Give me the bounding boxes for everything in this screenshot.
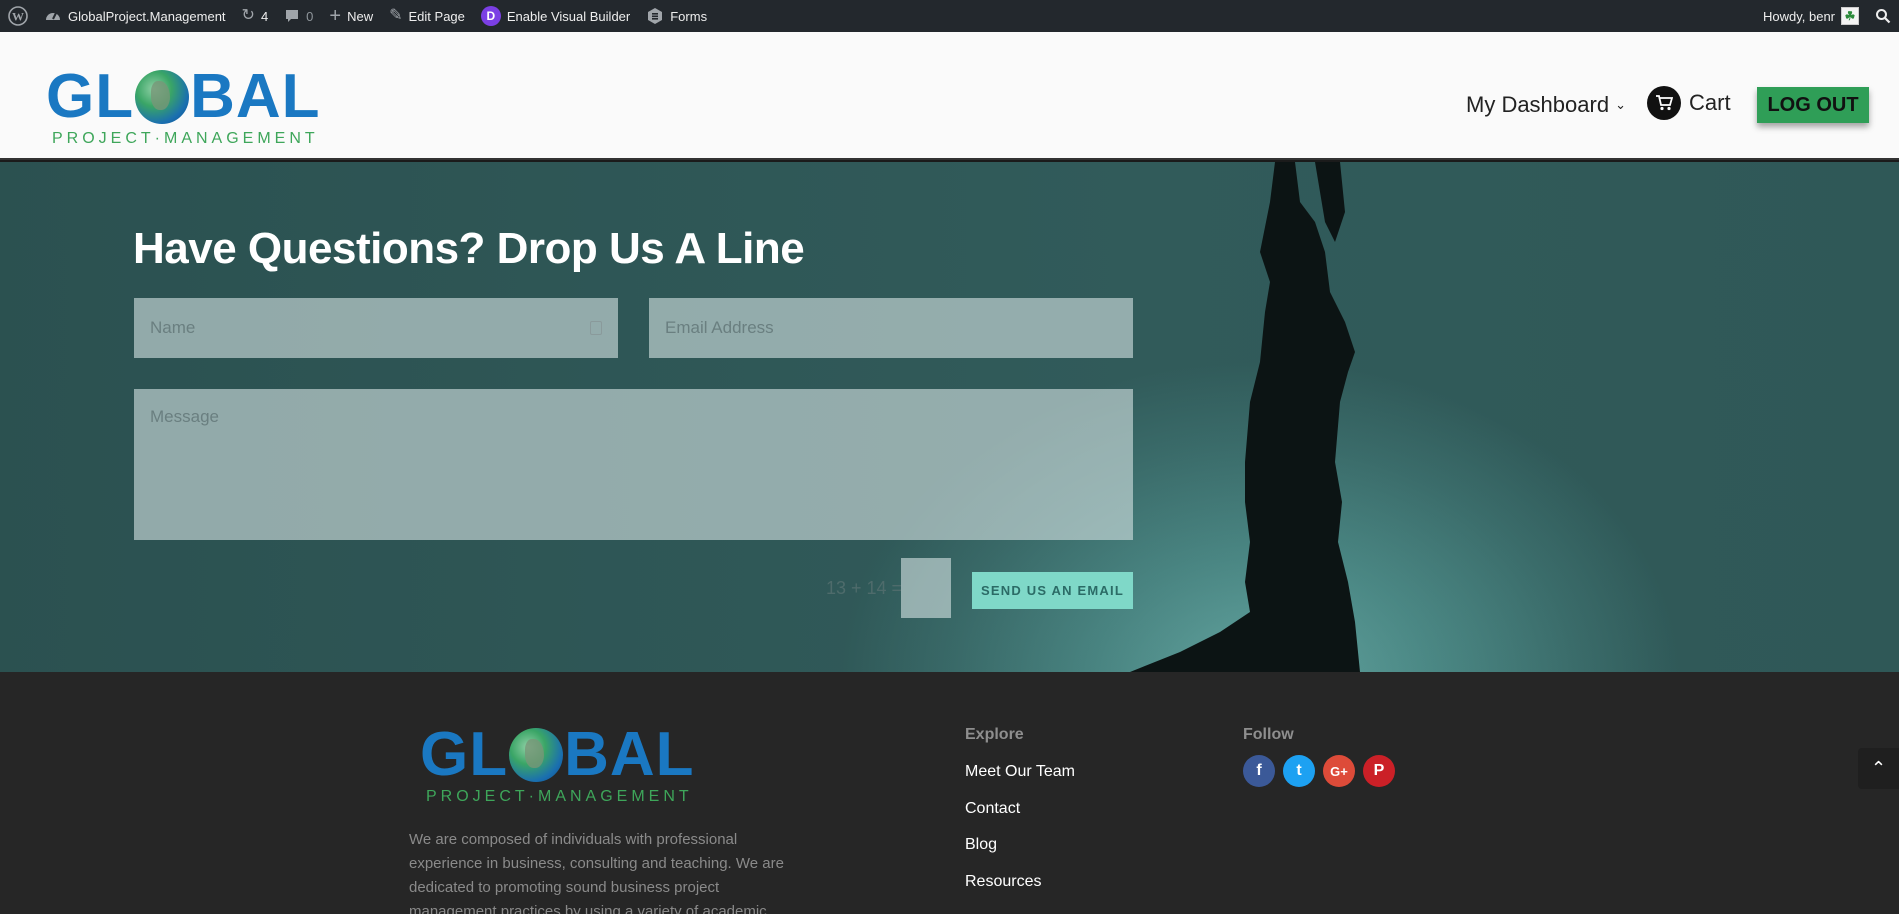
refresh-icon: ↻ bbox=[241, 7, 255, 24]
footer-link-resources[interactable]: Resources bbox=[965, 873, 1041, 891]
nav-cart[interactable]: Cart bbox=[1647, 86, 1731, 120]
comments-link[interactable]: 0 bbox=[276, 0, 321, 32]
globe-icon bbox=[135, 70, 190, 124]
logo-text-left: GL bbox=[46, 62, 135, 131]
site-name-link[interactable]: GlobalProject.Management bbox=[36, 0, 234, 32]
footer-logo-text-right: BAL bbox=[564, 720, 695, 789]
contact-card-icon bbox=[590, 321, 602, 335]
nav-cart-label: Cart bbox=[1689, 90, 1731, 115]
globe-icon bbox=[509, 728, 564, 782]
contact-heading: Have Questions? Drop Us A Line bbox=[133, 224, 805, 273]
twitter-icon[interactable]: t bbox=[1283, 755, 1315, 787]
pencil-icon: ✎ bbox=[389, 7, 403, 24]
forms-label: Forms bbox=[670, 8, 708, 24]
footer-link-blog[interactable]: Blog bbox=[965, 836, 997, 854]
forms-link[interactable]: Forms bbox=[638, 0, 715, 32]
footer-logo-tagline: PROJECT·MANAGEMENT bbox=[426, 788, 693, 805]
admin-search-button[interactable] bbox=[1867, 0, 1899, 32]
send-email-button[interactable]: SEND US AN EMAIL bbox=[972, 572, 1133, 609]
pinterest-icon[interactable]: P bbox=[1363, 755, 1395, 787]
captcha-question: 13 + 14 = bbox=[826, 578, 903, 598]
updates-count: 4 bbox=[260, 8, 269, 24]
nav-my-dashboard[interactable]: My Dashboard ⌄ bbox=[1466, 92, 1626, 118]
name-input[interactable]: Name bbox=[134, 298, 618, 358]
dashboard-gauge-icon bbox=[44, 7, 62, 25]
wordpress-logo-button[interactable]: W bbox=[0, 0, 36, 32]
forms-icon bbox=[646, 7, 664, 25]
enable-visual-builder-link[interactable]: D Enable Visual Builder bbox=[473, 0, 638, 32]
logo-wordmark: GL BAL bbox=[46, 66, 321, 128]
message-placeholder: Message bbox=[150, 407, 219, 426]
logout-button[interactable]: LOG OUT bbox=[1757, 87, 1869, 123]
visual-builder-label: Enable Visual Builder bbox=[506, 8, 631, 24]
site-footer: GL BAL PROJECT·MANAGEMENT We are compose… bbox=[0, 672, 1899, 914]
email-input[interactable]: Email Address bbox=[649, 298, 1133, 358]
comment-bubble-icon bbox=[284, 8, 300, 24]
message-textarea[interactable]: Message bbox=[134, 389, 1133, 540]
updates-link[interactable]: ↻ 4 bbox=[234, 0, 277, 32]
chevron-down-icon: ⌄ bbox=[1615, 97, 1626, 112]
footer-logo-wordmark: GL BAL bbox=[420, 724, 695, 786]
name-placeholder: Name bbox=[150, 318, 196, 337]
new-content-link[interactable]: + New bbox=[321, 0, 381, 32]
wordpress-icon: W bbox=[8, 6, 28, 26]
divi-icon: D bbox=[480, 6, 501, 26]
footer-logo-text-left: GL bbox=[420, 720, 509, 789]
logo-tagline: PROJECT·MANAGEMENT bbox=[52, 130, 319, 147]
footer-link-meet-our-team[interactable]: Meet Our Team bbox=[965, 763, 1075, 781]
captcha-input[interactable] bbox=[901, 558, 951, 618]
site-name-label: GlobalProject.Management bbox=[68, 8, 226, 24]
email-placeholder: Email Address bbox=[665, 318, 774, 337]
scroll-to-top-button[interactable]: ⌃ bbox=[1858, 748, 1899, 789]
new-label: New bbox=[347, 8, 374, 24]
footer-about-text: We are composed of individuals with prof… bbox=[409, 831, 784, 914]
edit-page-label: Edit Page bbox=[408, 8, 465, 24]
footer-logo[interactable]: GL BAL PROJECT·MANAGEMENT bbox=[420, 724, 695, 806]
my-account-link[interactable]: Howdy, benr ☘ bbox=[1755, 0, 1867, 32]
howdy-label: Howdy, benr bbox=[1762, 8, 1835, 24]
search-icon bbox=[1875, 8, 1891, 24]
svg-text:W: W bbox=[12, 10, 24, 24]
follow-heading: Follow bbox=[1243, 726, 1294, 743]
facebook-icon[interactable]: f bbox=[1243, 755, 1275, 787]
footer-link-contact[interactable]: Contact bbox=[965, 800, 1020, 818]
chevron-up-icon: ⌃ bbox=[1870, 758, 1887, 778]
explore-heading: Explore bbox=[965, 726, 1024, 743]
edit-page-link[interactable]: ✎ Edit Page bbox=[381, 0, 473, 32]
cart-icon bbox=[1647, 86, 1681, 120]
google-plus-icon[interactable]: G+ bbox=[1323, 755, 1355, 787]
logo-text-right: BAL bbox=[190, 62, 321, 131]
site-logo[interactable]: GL BAL PROJECT·MANAGEMENT bbox=[46, 66, 321, 148]
person-silhouette-image bbox=[1130, 162, 1360, 672]
avatar: ☘ bbox=[1841, 7, 1859, 25]
comments-count: 0 bbox=[306, 8, 314, 24]
plus-icon: + bbox=[329, 5, 342, 27]
admin-bar: W GlobalProject.Management ↻ 4 0 + New ✎… bbox=[0, 0, 1899, 32]
contact-section: Have Questions? Drop Us A Line Name Emai… bbox=[0, 162, 1899, 672]
nav-my-dashboard-label: My Dashboard bbox=[1466, 92, 1610, 117]
